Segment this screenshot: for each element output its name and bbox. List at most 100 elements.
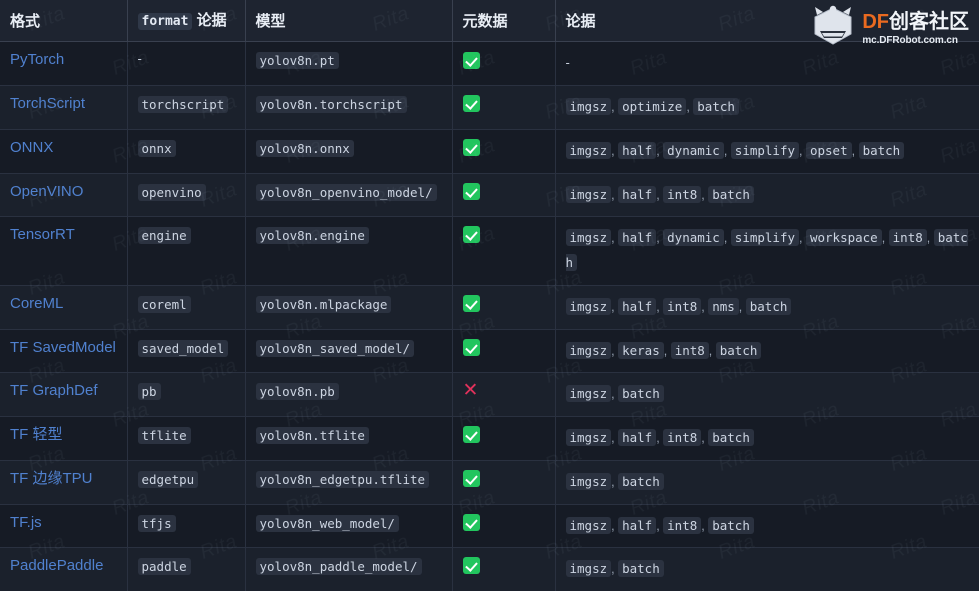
argument-code: imgsz <box>565 297 612 315</box>
table-row: TensorRT engine yolov8n.engine imgsz, half,… <box>0 216 979 286</box>
green-check-icon <box>462 338 480 356</box>
format-argument-code: saved_model <box>137 339 229 357</box>
format-link[interactable]: TF 边缘TPU <box>10 470 93 489</box>
argument-code: imgsz <box>565 98 612 116</box>
logo-brand-suffix: 创客社区 <box>889 10 969 33</box>
cell-format: CoreML <box>0 285 128 330</box>
dfrobot-robot-head-icon <box>811 5 855 52</box>
table-row: OpenVINO openvino yolov8n_openvino_model/i… <box>0 173 979 218</box>
cell-metadata <box>452 460 556 505</box>
format-link[interactable]: TF SavedModel <box>10 339 116 358</box>
arguments-list: imgsz, half, int8, batch <box>565 516 754 534</box>
cell-format-argument: coreml <box>127 285 246 330</box>
format-argument-code: pb <box>137 383 161 401</box>
cell-format: TF.js <box>0 504 128 549</box>
argument-separator: , <box>708 343 716 358</box>
table-body: PyTorch - yolov8n.pt - TorchScript torchscrip… <box>0 41 979 591</box>
argument-code: dynamic <box>663 141 724 159</box>
model-filename-code: yolov8n.tflite <box>255 427 369 445</box>
model-filename-code: yolov8n.mlpackage <box>255 295 392 313</box>
cell-model: yolov8n.tflite <box>245 416 453 461</box>
argument-separator: , <box>723 231 731 246</box>
cell-metadata <box>452 173 556 218</box>
argument-code: batch <box>708 185 754 203</box>
arguments-list: imgsz, batch <box>565 560 664 578</box>
cell-model: yolov8n.pt <box>245 41 453 87</box>
column-header-format-argument: format 论据 <box>127 0 246 43</box>
green-check-icon <box>462 138 480 156</box>
cell-format-argument: torchscript <box>127 85 246 130</box>
format-link[interactable]: CoreML <box>10 295 63 314</box>
column-header-metadata: 元数据 <box>452 0 556 43</box>
cell-metadata <box>452 216 556 286</box>
format-link[interactable]: PaddlePaddle <box>10 557 103 576</box>
table-row: ONNX onnx yolov8n.onnx imgsz, half, dynamic… <box>0 129 979 174</box>
cell-arguments: imgsz, batch <box>555 460 979 505</box>
format-link[interactable]: TF GraphDef <box>10 382 98 401</box>
cell-model: yolov8n.torchscript <box>245 85 453 130</box>
cell-format-argument: saved_model <box>127 329 246 374</box>
format-link[interactable]: TensorRT <box>10 226 75 245</box>
format-link[interactable]: TF.js <box>10 514 42 533</box>
cell-format-argument: pb <box>127 372 246 418</box>
argument-code: half <box>618 185 657 203</box>
argument-code: batch <box>708 429 754 447</box>
argument-code: int8 <box>663 516 702 534</box>
column-header-format: 格式 <box>0 0 128 43</box>
table-row: PaddlePaddle paddle yolov8n_paddle_model/i… <box>0 547 979 591</box>
format-argument-code: onnx <box>137 139 176 157</box>
argument-code: nms <box>708 297 739 315</box>
argument-separator: , <box>799 231 806 246</box>
format-argument-code: engine <box>137 227 191 245</box>
arguments-list: imgsz, keras, int8, batch <box>565 341 762 359</box>
format-argument-code: paddle <box>137 558 191 576</box>
export-formats-page: RitaRitaRitaRitaRitaRitaRitaRitaRitaRita… <box>0 0 979 591</box>
argument-code: batch <box>745 297 792 315</box>
format-link[interactable]: TorchScript <box>10 95 85 114</box>
arguments-list: imgsz, half, dynamic, simplify, workspac… <box>565 229 968 272</box>
cell-model: yolov8n_paddle_model/ <box>245 547 453 591</box>
argument-code: batch <box>618 385 664 403</box>
green-check-icon <box>462 426 480 444</box>
cell-metadata <box>452 416 556 461</box>
dfrobot-logo[interactable]: DF创客社区 mc.DFRobot.com.cn <box>807 2 973 55</box>
green-check-icon <box>462 557 480 575</box>
format-link[interactable]: TF 轻型 <box>10 426 63 445</box>
model-filename-code: yolov8n_openvino_model/ <box>255 183 437 201</box>
model-filename-code: yolov8n_saved_model/ <box>255 339 415 357</box>
argument-separator: , <box>738 299 746 314</box>
table-row: TF SavedModel saved_model yolov8n_saved_mo… <box>0 329 979 374</box>
argument-separator: , <box>926 231 934 246</box>
argument-code: imgsz <box>565 185 612 203</box>
format-link[interactable]: ONNX <box>10 139 53 158</box>
cell-metadata <box>452 41 556 87</box>
format-link[interactable]: OpenVINO <box>10 183 83 202</box>
cell-metadata <box>452 129 556 174</box>
table-row: TF.js tfjs yolov8n_web_model/imgsz, half, … <box>0 504 979 549</box>
table-row: TF 边缘TPU edgetpu yolov8n_edgetpu.tflite img… <box>0 460 979 505</box>
format-link[interactable]: PyTorch <box>10 51 64 70</box>
arguments-list: imgsz, half, dynamic, simplify, opset, b… <box>565 141 905 159</box>
cell-format-argument: tfjs <box>127 504 246 549</box>
model-filename-code: yolov8n.torchscript <box>255 96 407 114</box>
argument-code: half <box>618 429 657 447</box>
argument-code: imgsz <box>565 560 612 578</box>
cell-format-argument: onnx <box>127 129 246 174</box>
green-check-icon <box>462 513 480 531</box>
model-filename-code: yolov8n_paddle_model/ <box>255 558 422 576</box>
argument-code: half <box>618 141 657 159</box>
cell-metadata <box>452 85 556 130</box>
cell-model: yolov8n.mlpackage <box>245 285 453 330</box>
argument-code: dynamic <box>663 229 724 247</box>
model-filename-code: yolov8n.pt <box>255 52 339 70</box>
cell-format: PaddlePaddle <box>0 547 128 591</box>
argument-code: optimize <box>618 98 687 116</box>
table-row: TorchScript torchscript yolov8n.torchscrip… <box>0 85 979 130</box>
argument-code: half <box>618 516 657 534</box>
model-filename-code: yolov8n_web_model/ <box>255 514 399 532</box>
argument-code: batch <box>693 98 739 116</box>
argument-separator: , <box>723 143 731 158</box>
argument-code: batch <box>618 472 664 490</box>
cell-arguments: imgsz, half, int8, batch <box>555 173 979 218</box>
cell-arguments: imgsz, batch <box>555 372 979 418</box>
